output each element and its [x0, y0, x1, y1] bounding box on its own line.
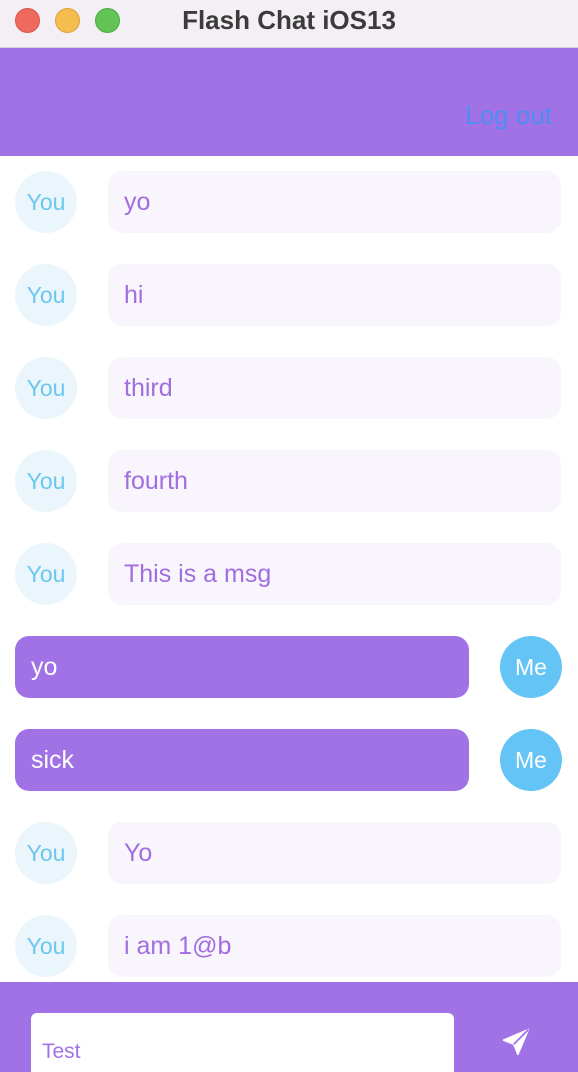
message-bubble: fourth — [108, 450, 561, 512]
sender-avatar: Me — [500, 636, 562, 698]
message-row: You third — [0, 357, 578, 419]
paper-plane-icon — [502, 1028, 530, 1056]
message-input[interactable] — [31, 1013, 454, 1072]
message-bubble: hi — [108, 264, 561, 326]
message-row: You fourth — [0, 450, 578, 512]
message-bubble: sick — [15, 729, 469, 791]
sender-avatar: You — [15, 450, 77, 512]
message-row: You Yo — [0, 822, 578, 884]
sender-avatar: Me — [500, 729, 562, 791]
message-bubble: Yo — [108, 822, 561, 884]
message-composer — [0, 982, 578, 1072]
logout-button[interactable]: Log out — [465, 100, 552, 131]
message-bubble: This is a msg — [108, 543, 561, 605]
sender-avatar: You — [15, 357, 77, 419]
navigation-bar: Log out — [0, 48, 578, 156]
message-row: You yo — [0, 171, 578, 233]
message-row: You i am 1@b — [0, 915, 578, 977]
message-row: You hi — [0, 264, 578, 326]
message-list[interactable]: You yo You hi You third You fourth You T… — [0, 156, 578, 982]
window-title: Flash Chat iOS13 — [182, 5, 396, 35]
sender-avatar: You — [15, 915, 77, 977]
message-bubble: yo — [15, 636, 469, 698]
sender-avatar: You — [15, 264, 77, 326]
app-window: Flash Chat iOS13 Log out You yo You hi Y… — [0, 0, 578, 1072]
message-row: sick Me — [0, 729, 578, 791]
sender-avatar: You — [15, 822, 77, 884]
send-button[interactable] — [494, 1022, 538, 1062]
message-bubble: third — [108, 357, 561, 419]
message-row: You This is a msg — [0, 543, 578, 605]
message-row: yo Me — [0, 636, 578, 698]
sender-avatar: You — [15, 543, 77, 605]
title-bar: Flash Chat iOS13 — [0, 0, 578, 48]
sender-avatar: You — [15, 171, 77, 233]
message-bubble: yo — [108, 171, 561, 233]
message-bubble: i am 1@b — [108, 915, 561, 977]
